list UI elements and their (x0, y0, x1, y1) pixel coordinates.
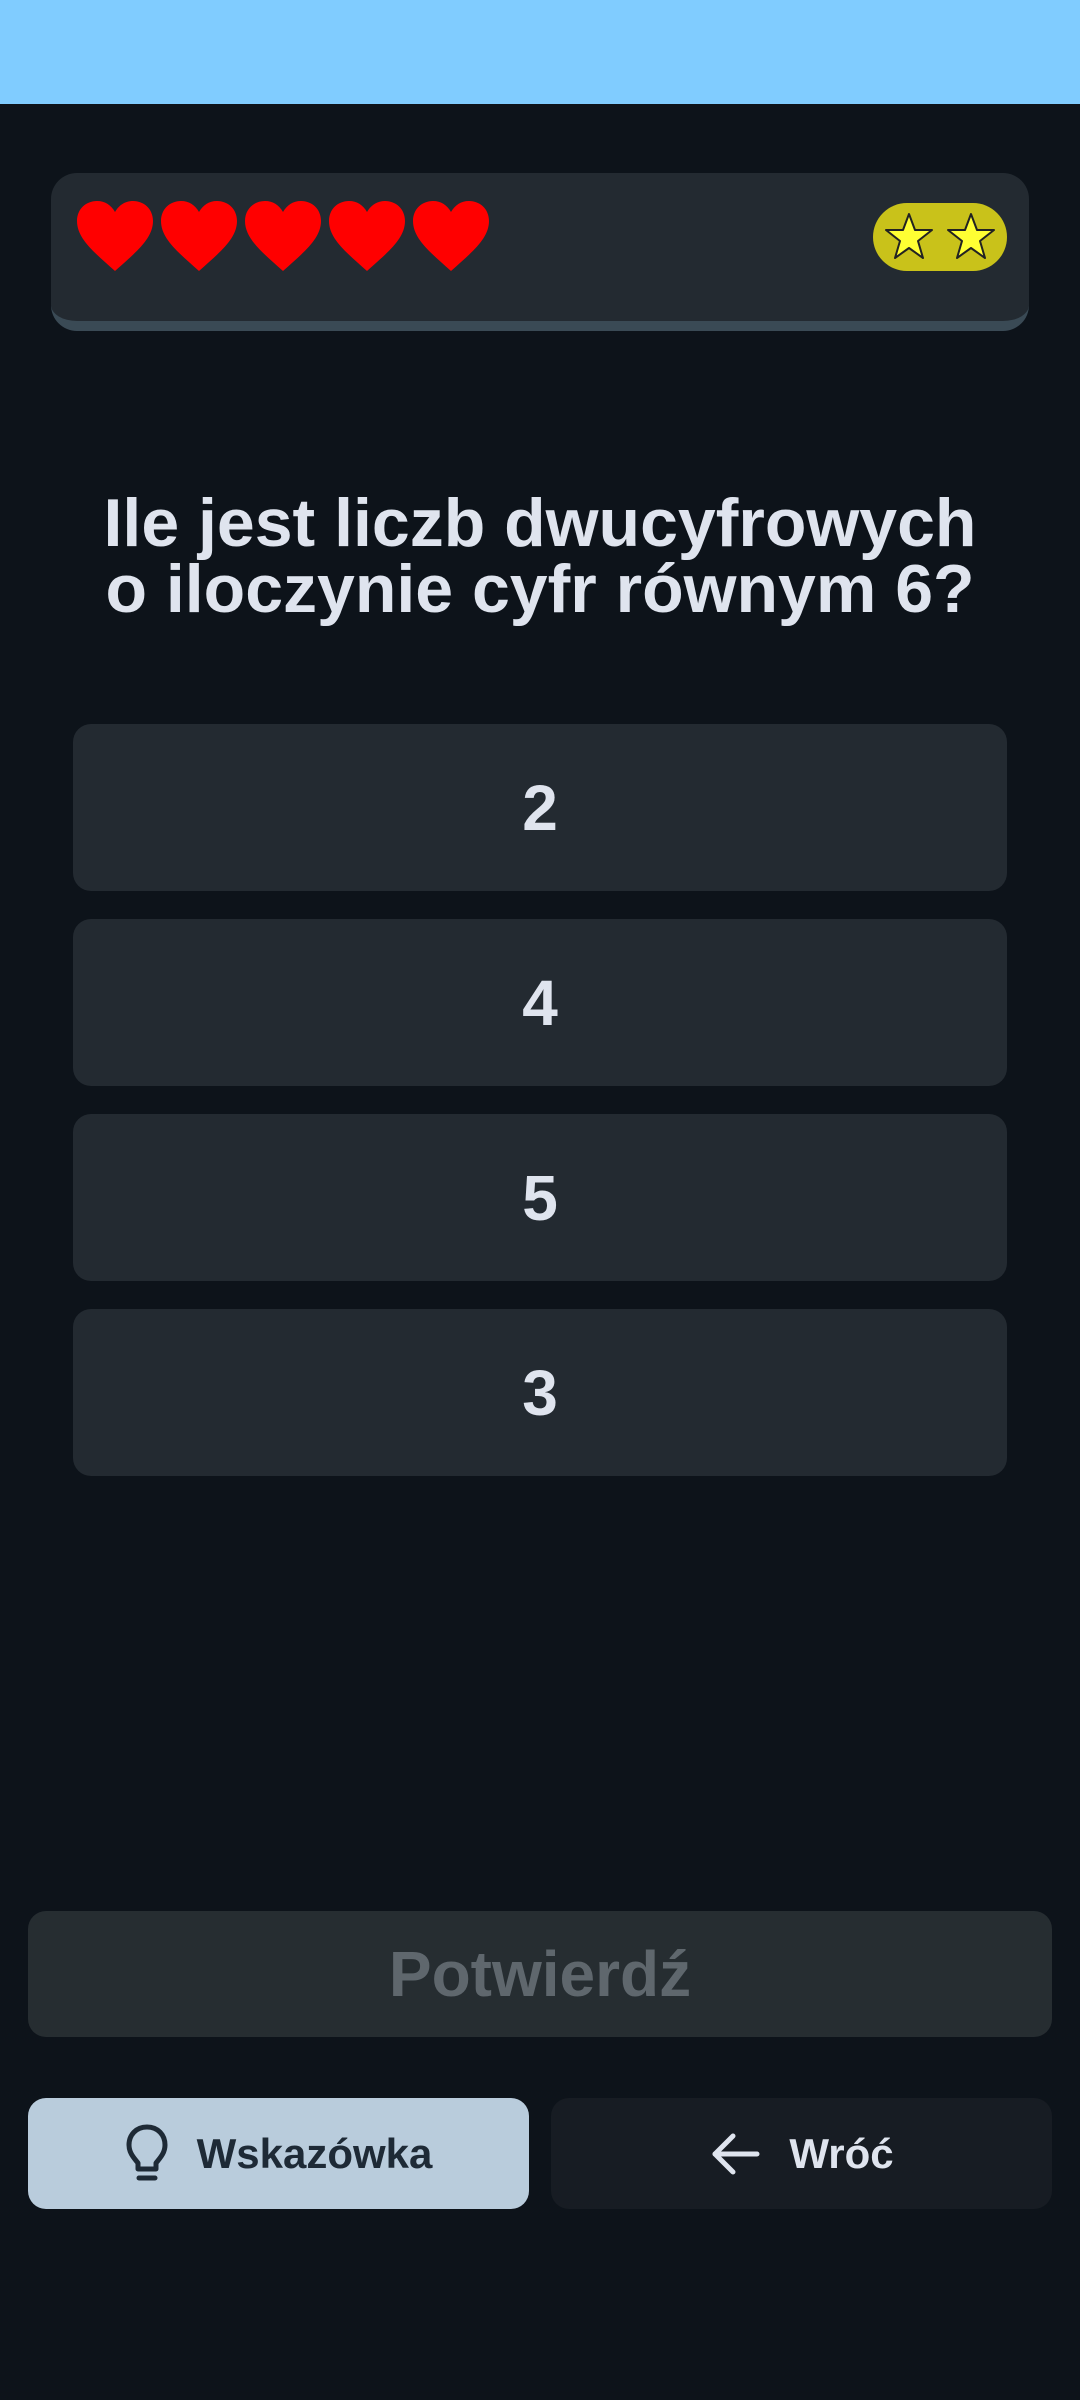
heart-icon (161, 201, 237, 271)
heart-icon (245, 201, 321, 271)
back-button[interactable]: Wróć (551, 2098, 1052, 2209)
star-icon (885, 213, 933, 259)
answer-option[interactable]: 4 (73, 919, 1007, 1086)
star-icon (947, 213, 995, 259)
arrow-left-icon (712, 2133, 760, 2174)
progress-card (51, 173, 1029, 331)
hint-label: Wskazówka (196, 2129, 433, 2177)
question-line-1: Ile jest liczb dwucyfrowych (103, 485, 977, 561)
answer-option[interactable]: 3 (73, 1309, 1007, 1476)
answer-options: 2 4 5 3 (73, 724, 1007, 1476)
question-line-2: o iloczynie cyfr równym 6? (105, 551, 975, 627)
heart-icon (413, 201, 489, 271)
answer-option[interactable]: 5 (73, 1114, 1007, 1281)
lives-hearts (75, 199, 491, 273)
heart-icon (77, 201, 153, 271)
back-label: Wróć (789, 2129, 894, 2177)
answer-option[interactable]: 2 (73, 724, 1007, 891)
confirm-button[interactable]: Potwierdź (28, 1911, 1052, 2037)
status-bar (0, 0, 1080, 104)
heart-icon (329, 201, 405, 271)
lightbulb-icon (126, 2124, 168, 2180)
question-text: Ile jest liczb dwucyfrowych o iloczynie … (60, 489, 1020, 623)
stars-badge (873, 203, 1007, 271)
hint-button[interactable]: Wskazówka (28, 2098, 529, 2209)
